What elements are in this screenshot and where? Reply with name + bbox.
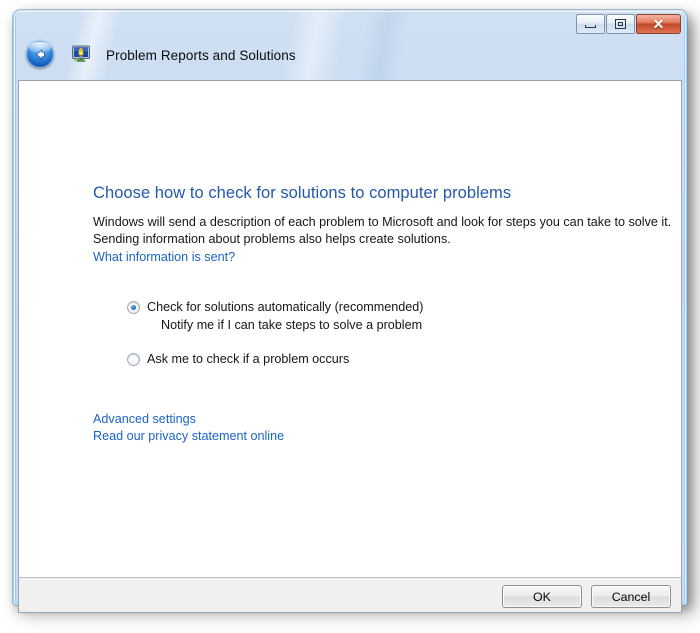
option-automatic[interactable]: Check for solutions automatically (recom… <box>127 299 663 315</box>
close-button[interactable]: ✕ <box>636 13 681 34</box>
links-group: Advanced settings Read our privacy state… <box>93 411 663 445</box>
option-ask-label: Ask me to check if a problem occurs <box>147 352 350 366</box>
content-area: Choose how to check for solutions to com… <box>18 80 682 577</box>
navigation-bar: Problem Reports and Solutions <box>13 37 687 78</box>
radio-ask-icon[interactable] <box>127 353 140 366</box>
maximize-icon <box>615 18 626 29</box>
cancel-button[interactable]: Cancel <box>591 585 671 608</box>
content-inner: Choose how to check for solutions to com… <box>93 183 672 445</box>
options-group: Check for solutions automatically (recom… <box>127 299 663 367</box>
ok-button[interactable]: OK <box>502 585 582 608</box>
option-automatic-wrap: Check for solutions automatically (recom… <box>127 299 663 333</box>
minimize-button[interactable] <box>576 13 605 34</box>
back-button[interactable] <box>26 40 54 68</box>
dialog-footer: OK Cancel <box>18 577 682 613</box>
footer-buttons: OK Cancel <box>502 585 671 608</box>
minimize-icon <box>585 24 596 28</box>
radio-automatic-icon[interactable] <box>127 301 140 314</box>
problem-reports-monitor-icon <box>72 45 90 62</box>
privacy-statement-link[interactable]: Read our privacy statement online <box>93 428 663 445</box>
advanced-settings-link[interactable]: Advanced settings <box>93 411 663 428</box>
option-automatic-sublabel: Notify me if I can take steps to solve a… <box>161 318 423 332</box>
what-information-is-sent-link[interactable]: What information is sent? <box>93 249 235 266</box>
window-frame: ✕ Problem Reports and Solutions Choose h… <box>13 10 687 613</box>
option-automatic-label: Check for solutions automatically (recom… <box>147 300 424 314</box>
caption-buttons: ✕ <box>576 13 681 34</box>
description-line-1: Windows will send a description of each … <box>93 215 672 229</box>
option-ask[interactable]: Ask me to check if a problem occurs <box>127 351 663 367</box>
page-title: Choose how to check for solutions to com… <box>93 184 512 202</box>
close-icon: ✕ <box>652 15 665 32</box>
window-title: Problem Reports and Solutions <box>106 48 296 63</box>
back-arrow-icon <box>35 49 45 59</box>
description-line-2: Sending information about problems also … <box>93 232 451 246</box>
maximize-button[interactable] <box>606 13 635 34</box>
option-ask-wrap: Ask me to check if a problem occurs <box>127 351 663 367</box>
